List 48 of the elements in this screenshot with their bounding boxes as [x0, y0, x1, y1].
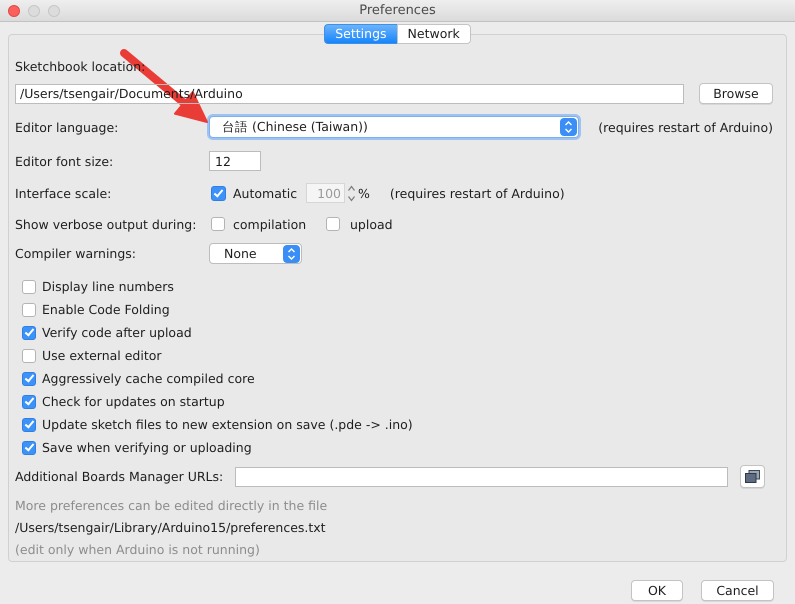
checkbox-label: compilation	[233, 216, 308, 232]
checkbox-label: Verify code after upload	[42, 325, 192, 340]
checkbox[interactable]	[22, 394, 36, 408]
checkbox[interactable]	[326, 217, 340, 231]
checkbox-label: Use external editor	[42, 348, 162, 363]
tab[interactable]: Network	[396, 24, 471, 44]
checkbox-label: Enable Code Folding	[42, 302, 170, 317]
checkbox[interactable]	[211, 217, 225, 231]
window-title: Preferences	[359, 3, 436, 18]
checkbox-label: Automatic	[233, 186, 298, 200]
browse-button[interactable]: Browse	[699, 83, 773, 104]
field-label: Editor font size:	[15, 154, 114, 168]
checkbox[interactable]	[22, 348, 36, 362]
checkbox-label: upload	[350, 216, 393, 232]
checkbox-label: Aggressively cache compiled core	[42, 371, 255, 386]
close-icon[interactable]	[8, 4, 20, 16]
restart-note: (requires restart of Arduino)	[390, 186, 565, 200]
field-label: Show verbose output during:	[15, 216, 198, 232]
spinner-arrows-icon[interactable]	[347, 184, 356, 202]
field-label: Interface scale:	[15, 186, 112, 200]
checkbox-label: Display line numbers	[42, 279, 174, 294]
checkbox-label: Check for updates on startup	[42, 394, 225, 409]
checkbox[interactable]	[22, 302, 36, 316]
chevrons-icon	[283, 244, 300, 262]
info-note: (edit only when Arduino is not running)	[15, 541, 260, 559]
field-label: Editor language:	[15, 120, 120, 134]
checkbox-label: Update sketch files to new extension on save (.pde -> .ino)	[42, 417, 413, 432]
dialog-button[interactable]: Cancel	[701, 580, 774, 601]
chevrons-icon	[560, 118, 578, 136]
checkbox[interactable]	[22, 440, 36, 454]
dialog-button[interactable]: OK	[631, 580, 683, 601]
field-label: Additional Boards Manager URLs:	[15, 469, 224, 484]
language-dropdown[interactable]: 台語 (Chinese (Taiwan))	[209, 116, 580, 138]
checkbox[interactable]	[22, 372, 36, 386]
checkbox-label: Save when verifying or uploading	[42, 440, 252, 455]
font-size-field[interactable]: 12	[209, 151, 261, 171]
edit-list-button[interactable]	[740, 465, 765, 488]
urls-field[interactable]	[235, 466, 728, 486]
info-text: More preferences can be edited directly in the file	[15, 497, 328, 515]
restart-note: (requires restart of Arduino)	[598, 120, 773, 134]
checkbox[interactable]	[22, 326, 36, 340]
field-label: Compiler warnings:	[15, 246, 138, 261]
checkbox[interactable]	[22, 418, 36, 432]
preferences-path: /Users/tsengair/Library/Arduino15/preferences.txt	[15, 519, 326, 537]
unit-label: %	[358, 186, 370, 200]
warnings-dropdown[interactable]: None	[209, 243, 302, 264]
checkbox[interactable]	[22, 280, 36, 294]
windows-icon	[745, 470, 760, 483]
